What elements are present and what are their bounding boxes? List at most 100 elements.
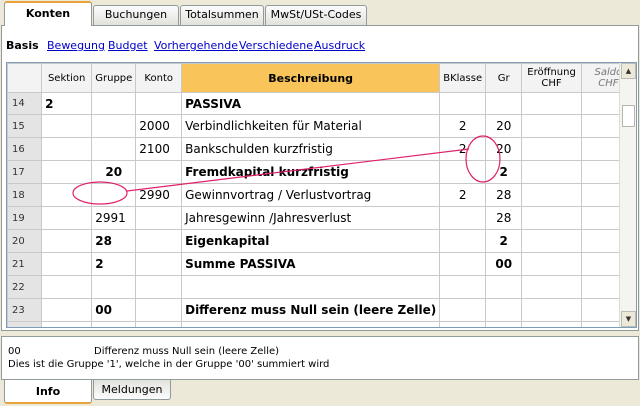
cell-beschreibung[interactable]: Fremdkapital kurzfristig <box>181 160 441 184</box>
cell-sektion[interactable] <box>41 183 93 207</box>
cell-konto[interactable] <box>135 206 183 230</box>
table-row[interactable]: 15 2000 Verbindlichkeiten für Material 2… <box>7 114 636 138</box>
header-sektion[interactable]: Sektion <box>41 63 93 93</box>
cell-bklasse[interactable] <box>439 160 487 184</box>
cell-bklasse[interactable] <box>439 252 487 276</box>
header-bklasse[interactable]: BKlasse <box>439 63 487 93</box>
cell-gruppe[interactable]: 2 <box>91 252 137 276</box>
cell-beschreibung[interactable]: Gewinnvortrag / Verlustvortrag <box>181 183 441 207</box>
table-row[interactable]: 16 2100 Bankschulden kurzfristig 2 20 <box>7 137 636 161</box>
cell-gruppe[interactable] <box>91 114 137 138</box>
cell-beschreibung[interactable]: Bankschulden kurzfristig <box>181 137 441 161</box>
cell-eroeffnung[interactable] <box>521 137 582 161</box>
header-gruppe[interactable]: Gruppe <box>91 63 137 93</box>
cell-beschreibung[interactable]: Eigenkapital <box>181 229 441 253</box>
cell-beschreibung[interactable]: Differenz muss Null sein (leere Zelle) <box>181 298 441 322</box>
cell-gr[interactable]: 00 <box>485 252 523 276</box>
cell-gruppe[interactable] <box>91 321 137 327</box>
cell-eroeffnung[interactable] <box>521 206 582 230</box>
cell-gruppe[interactable] <box>91 137 137 161</box>
cell-sektion[interactable] <box>41 275 93 299</box>
header-eroeffnung[interactable]: Eröffnung CHF <box>521 63 582 93</box>
cell-eroeffnung[interactable] <box>521 183 582 207</box>
cell-bklasse[interactable]: 2 <box>439 114 487 138</box>
scroll-up-icon[interactable]: ▲ <box>621 63 636 79</box>
table-row[interactable]: 18 2990 Gewinnvortrag / Verlustvortrag 2… <box>7 183 636 207</box>
cell-gruppe[interactable]: 00 <box>91 298 137 322</box>
cell-konto[interactable]: 2100 <box>135 137 183 161</box>
cell-sektion[interactable] <box>41 137 93 161</box>
tab-totalsummen[interactable]: Totalsummen <box>180 5 264 25</box>
view-budget[interactable]: Budget <box>108 39 148 52</box>
cell-eroeffnung[interactable] <box>521 275 582 299</box>
cell-sektion[interactable] <box>41 114 93 138</box>
cell-gr[interactable]: 20 <box>485 114 523 138</box>
cell-gruppe[interactable] <box>91 275 137 299</box>
cell-gruppe[interactable]: 20 <box>91 160 137 184</box>
cell-konto[interactable] <box>135 229 183 253</box>
cell-konto[interactable]: 2000 <box>135 114 183 138</box>
table-row[interactable]: 22 <box>7 275 636 299</box>
cell-eroeffnung[interactable] <box>521 114 582 138</box>
cell-konto[interactable]: 2990 <box>135 183 183 207</box>
cell-gruppe[interactable] <box>91 92 137 115</box>
tab-meldungen[interactable]: Meldungen <box>93 380 171 400</box>
view-basis[interactable]: Basis <box>6 39 39 52</box>
cell-beschreibung[interactable]: Summe PASSIVA <box>181 252 441 276</box>
cell-konto[interactable] <box>135 160 183 184</box>
cell-gruppe[interactable]: 2991 <box>91 206 137 230</box>
cell-konto[interactable] <box>135 275 183 299</box>
vertical-scrollbar[interactable]: ▲ ▼ <box>619 63 636 327</box>
cell-gr[interactable]: 2 <box>485 160 523 184</box>
cell-bklasse[interactable] <box>439 275 487 299</box>
header-konto[interactable]: Konto <box>135 63 183 93</box>
cell-eroeffnung[interactable] <box>521 298 582 322</box>
cell-beschreibung[interactable]: Jahresgewinn /Jahresverlust <box>181 206 441 230</box>
tab-buchungen[interactable]: Buchungen <box>93 5 179 25</box>
cell-konto[interactable] <box>135 252 183 276</box>
cell-beschreibung[interactable] <box>181 321 441 327</box>
cell-bklasse[interactable]: 2 <box>439 137 487 161</box>
cell-beschreibung[interactable]: PASSIVA <box>181 92 441 115</box>
cell-gruppe[interactable] <box>91 183 137 207</box>
header-beschreibung[interactable]: Beschreibung <box>181 63 441 93</box>
cell-gr[interactable]: 28 <box>485 183 523 207</box>
cell-eroeffnung[interactable] <box>521 160 582 184</box>
cell-beschreibung[interactable]: Verbindlichkeiten für Material <box>181 114 441 138</box>
cell-bklasse[interactable] <box>439 92 487 115</box>
table-row[interactable]: 17 20 Fremdkapital kurzfristig 2 <box>7 160 636 184</box>
scroll-thumb[interactable] <box>622 105 635 127</box>
cell-sektion[interactable] <box>41 206 93 230</box>
tab-mwst-ust-codes[interactable]: MwSt/USt-Codes <box>265 5 367 25</box>
cell-gr[interactable] <box>485 92 523 115</box>
cell-bklasse[interactable] <box>439 206 487 230</box>
cell-bklasse[interactable]: 2 <box>439 183 487 207</box>
table-row[interactable]: 19 2991 Jahresgewinn /Jahresverlust 28 <box>7 206 636 230</box>
cell-eroeffnung[interactable] <box>521 252 582 276</box>
cell-bklasse[interactable] <box>439 298 487 322</box>
cell-sektion[interactable] <box>41 252 93 276</box>
cell-konto[interactable] <box>135 92 183 115</box>
cell-gruppe[interactable]: 28 <box>91 229 137 253</box>
header-gr[interactable]: Gr <box>485 63 523 93</box>
scroll-down-icon[interactable]: ▼ <box>621 311 636 327</box>
view-ausdruck[interactable]: Ausdruck <box>314 39 365 52</box>
tab-konten[interactable]: Konten <box>4 1 92 26</box>
cell-gr[interactable] <box>485 275 523 299</box>
cell-eroeffnung[interactable] <box>521 321 582 327</box>
table-row[interactable]: 23 00 Differenz muss Null sein (leere Ze… <box>7 298 636 322</box>
view-bewegung[interactable]: Bewegung <box>47 39 105 52</box>
cell-gr[interactable]: 2 <box>485 229 523 253</box>
tab-info[interactable]: Info <box>4 380 92 404</box>
view-verschiedene[interactable]: Verschiedene <box>239 39 313 52</box>
cell-eroeffnung[interactable] <box>521 92 582 115</box>
table-row[interactable]: 24 <box>7 321 636 327</box>
cell-konto[interactable] <box>135 298 183 322</box>
cell-bklasse[interactable] <box>439 321 487 327</box>
cell-konto[interactable] <box>135 321 183 327</box>
cell-gr[interactable]: 20 <box>485 137 523 161</box>
cell-eroeffnung[interactable] <box>521 229 582 253</box>
view-vorhergehende[interactable]: Vorhergehende <box>154 39 238 52</box>
cell-gr[interactable] <box>485 298 523 322</box>
cell-beschreibung[interactable] <box>181 275 441 299</box>
